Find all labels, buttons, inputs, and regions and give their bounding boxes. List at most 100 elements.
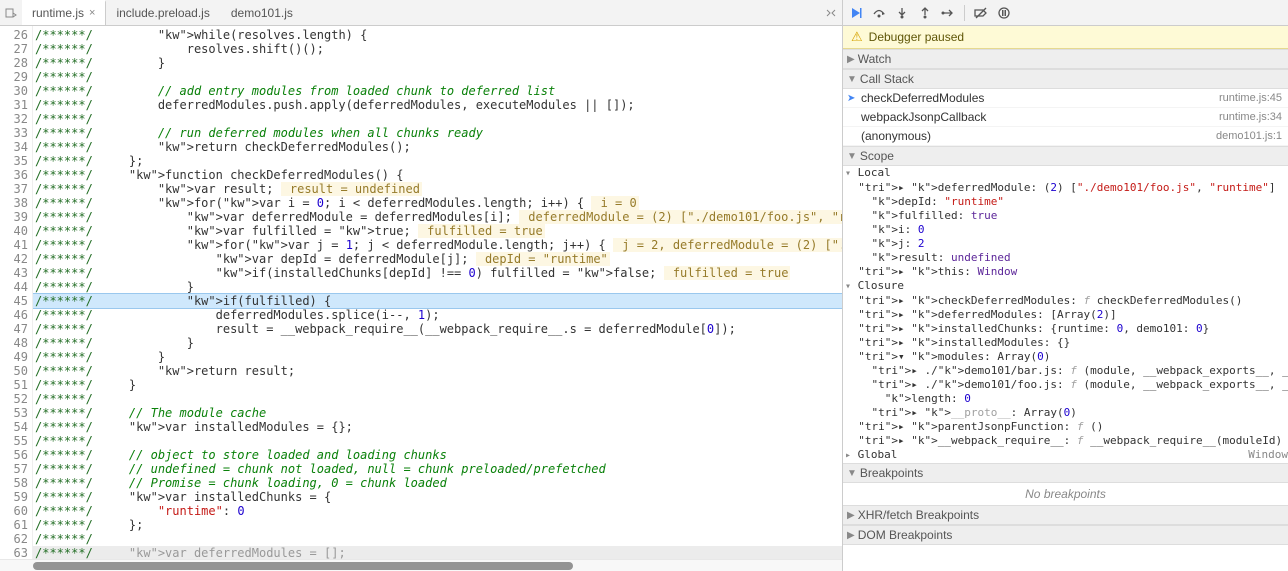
code-line[interactable]: /******/ // Promise = chunk loading, 0 =…	[33, 476, 842, 490]
code-line[interactable]: /******/ "kw">var installedModules = {};	[33, 420, 842, 434]
debugger-toolbar	[843, 0, 1288, 26]
scope-variable[interactable]: "k">fulfilled: true	[843, 209, 1288, 223]
scope-variable[interactable]: "k">result: undefined	[843, 251, 1288, 265]
code-line[interactable]: /******/ "kw">if(installedChunks[depId] …	[33, 266, 842, 280]
code-line[interactable]: /******/ deferredModules.splice(i--, 1);	[33, 308, 842, 322]
code-line[interactable]: /******/	[33, 392, 842, 406]
code-line[interactable]: /******/ // object to store loaded and l…	[33, 448, 842, 462]
resume-icon[interactable]	[849, 6, 863, 20]
tab-include-preload[interactable]: include.preload.js	[106, 0, 220, 25]
code-line[interactable]: /******/ "kw">while(resolves.length) {	[33, 28, 842, 42]
code-line[interactable]: /******/ // undefined = chunk not loaded…	[33, 462, 842, 476]
scope-variable[interactable]: "tri">▸ "k">checkDeferredModules: f chec…	[843, 294, 1288, 308]
code-line[interactable]: /******/ "kw">var fulfilled = "kw">true;…	[33, 224, 842, 238]
code-line[interactable]: /******/ "kw">function checkDeferredModu…	[33, 168, 842, 182]
debugger-panel: ⚠ Debugger paused ▶ Watch ▼ Call Stack ➤…	[843, 0, 1288, 571]
deactivate-breakpoints-icon[interactable]	[974, 6, 988, 20]
horizontal-scrollbar[interactable]	[0, 559, 842, 571]
breakpoints-header[interactable]: ▼ Breakpoints	[843, 463, 1288, 483]
code-line[interactable]: /******/ "kw">var deferredModules = [];	[33, 546, 842, 559]
code-line[interactable]: /******/ "kw">return checkDeferredModule…	[33, 140, 842, 154]
scope-variable[interactable]: "tri">▸ "k">this: Window	[843, 265, 1288, 279]
status-text: Debugger paused	[869, 30, 964, 44]
scope-variable[interactable]: "k">depId: "runtime"	[843, 195, 1288, 209]
code-line[interactable]: /******/ }	[33, 336, 842, 350]
scrollbar-thumb[interactable]	[33, 562, 573, 570]
code-line[interactable]: /******/ }	[33, 378, 842, 392]
scope-variable[interactable]: "tri">▸ ./"k">demo101/foo.js: f (module,…	[843, 378, 1288, 392]
code-line[interactable]: /******/ "kw">var result; result = undef…	[33, 182, 842, 196]
scope-group[interactable]: ▸ GlobalWindow	[843, 448, 1288, 463]
scope-variable[interactable]: "tri">▸ "k">installedModules: {}	[843, 336, 1288, 350]
step-icon[interactable]	[941, 6, 955, 20]
code-line[interactable]: /******/ // The module cache	[33, 406, 842, 420]
pause-on-exception-icon[interactable]	[0, 0, 22, 25]
scope-variable[interactable]: "tri">▾ "k">modules: Array(0)	[843, 350, 1288, 364]
code-line[interactable]: /******/ "kw">return result;	[33, 364, 842, 378]
code-line[interactable]: /******/ }	[33, 56, 842, 70]
scope-variable[interactable]: "tri">▸ ./"k">demo101/bar.js: f (module,…	[843, 364, 1288, 378]
code-line[interactable]: /******/ "kw">if(fulfilled) {	[33, 294, 842, 308]
code-line[interactable]: /******/	[33, 112, 842, 126]
scope-header[interactable]: ▼ Scope	[843, 146, 1288, 166]
section-label: Watch	[858, 52, 892, 66]
code-line[interactable]: /******/	[33, 532, 842, 546]
section-label: Call Stack	[860, 72, 914, 86]
editor-panel: runtime.js × include.preload.js demo101.…	[0, 0, 843, 571]
code-line[interactable]: /******/ "kw">var installedChunks = {	[33, 490, 842, 504]
scope-variable[interactable]: "tri">▸ "k">deferredModule: (2) ["./demo…	[843, 181, 1288, 195]
scope-variable[interactable]: "tri">▸ "k">parentJsonpFunction: f ()	[843, 420, 1288, 434]
code-line[interactable]: /******/ // run deferred modules when al…	[33, 126, 842, 140]
scope-variable[interactable]: "tri">▸ "k">installedChunks: {runtime: 0…	[843, 322, 1288, 336]
warning-icon: ⚠	[851, 29, 863, 45]
code-line[interactable]: /******/ resolves.shift()();	[33, 42, 842, 56]
code-line[interactable]: /******/ result = __webpack_require__(__…	[33, 322, 842, 336]
code-line[interactable]: /******/ // add entry modules from loade…	[33, 84, 842, 98]
chevron-down-icon: ▼	[847, 74, 857, 85]
tab-label: runtime.js	[32, 6, 84, 20]
scope-variable[interactable]: "tri">▸ "k">deferredModules: [Array(2)]	[843, 308, 1288, 322]
code-line[interactable]: /******/ }	[33, 350, 842, 364]
more-tabs-icon[interactable]	[820, 0, 842, 25]
tab-label: include.preload.js	[116, 6, 209, 20]
scope-variable[interactable]: "k">i: 0	[843, 223, 1288, 237]
call-stack-header[interactable]: ▼ Call Stack	[843, 69, 1288, 89]
code-line[interactable]: /******/ };	[33, 154, 842, 168]
code-line[interactable]: /******/ deferredModules.push.apply(defe…	[33, 98, 842, 112]
step-out-icon[interactable]	[918, 6, 932, 20]
code-line[interactable]: /******/ "kw">for("kw">var j = 1; j < de…	[33, 238, 842, 252]
code-line[interactable]: /******/ "kw">var depId = deferredModule…	[33, 252, 842, 266]
code-line[interactable]: /******/ }	[33, 280, 842, 294]
pause-on-exceptions-icon[interactable]	[997, 6, 1011, 20]
scope-group[interactable]: ▾ Closure	[843, 279, 1288, 294]
code-line[interactable]: /******/ "runtime": 0	[33, 504, 842, 518]
scope-variable[interactable]: "k">j: 2	[843, 237, 1288, 251]
section-label: DOM Breakpoints	[858, 528, 953, 542]
code-line[interactable]: /******/	[33, 70, 842, 84]
code-area[interactable]: 2627282930313233343536373839404142434445…	[0, 26, 842, 559]
chevron-right-icon: ▶	[847, 530, 855, 541]
code-line[interactable]: /******/	[33, 434, 842, 448]
code-line[interactable]: /******/ };	[33, 518, 842, 532]
dom-breakpoints-header[interactable]: ▶ DOM Breakpoints	[843, 525, 1288, 545]
scope-group[interactable]: ▾ Local	[843, 166, 1288, 181]
close-icon[interactable]: ×	[89, 7, 95, 19]
scope-variable[interactable]: "k">length: 0	[843, 392, 1288, 406]
source-code[interactable]: /******/ "kw">while(resolves.length) {/*…	[33, 26, 842, 559]
watch-header[interactable]: ▶ Watch	[843, 49, 1288, 69]
stack-frame[interactable]: ➤checkDeferredModulesruntime.js:45	[843, 89, 1288, 108]
stack-frame[interactable]: webpackJsonpCallbackruntime.js:34	[843, 108, 1288, 127]
section-label: XHR/fetch Breakpoints	[858, 508, 979, 522]
code-line[interactable]: /******/ "kw">var deferredModule = defer…	[33, 210, 842, 224]
step-into-icon[interactable]	[895, 6, 909, 20]
tab-demo101[interactable]: demo101.js	[221, 0, 304, 25]
scope-variable[interactable]: "tri">▸ "k">__proto__: Array(0)	[843, 406, 1288, 420]
step-over-icon[interactable]	[872, 6, 886, 20]
stack-frame[interactable]: (anonymous)demo101.js:1	[843, 127, 1288, 146]
code-line[interactable]: /******/ "kw">for("kw">var i = 0; i < de…	[33, 196, 842, 210]
scope-variable[interactable]: "tri">▸ "k">__webpack_require__: f __web…	[843, 434, 1288, 448]
scope-tree[interactable]: ▾ Local "tri">▸ "k">deferredModule: (2) …	[843, 166, 1288, 463]
debugger-status: ⚠ Debugger paused	[843, 26, 1288, 49]
tab-runtime[interactable]: runtime.js ×	[22, 0, 106, 25]
xhr-breakpoints-header[interactable]: ▶ XHR/fetch Breakpoints	[843, 505, 1288, 525]
